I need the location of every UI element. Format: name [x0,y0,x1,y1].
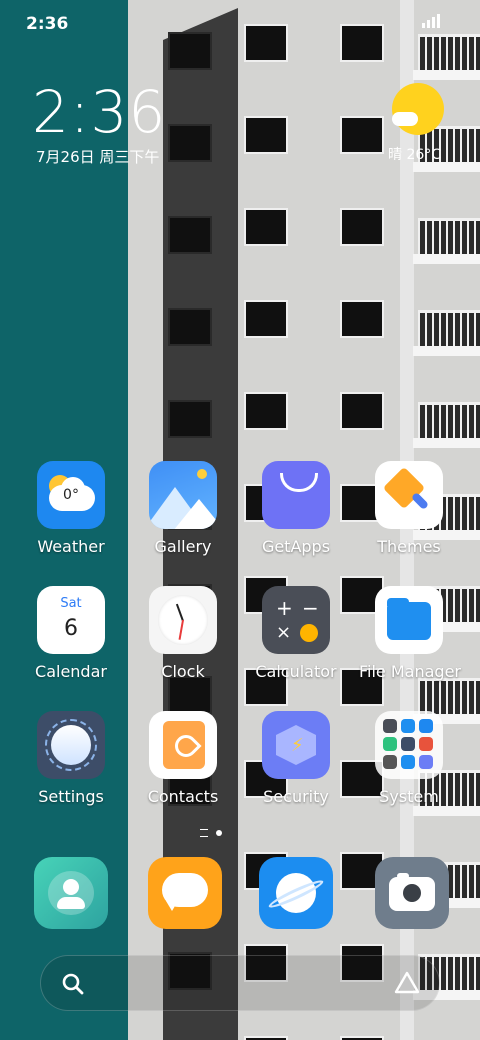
app-security[interactable]: ⚡ Security [246,711,346,806]
page-indicator-list-icon [200,829,208,837]
app-weather[interactable]: 0° Weather [21,461,121,556]
calendar-icon: Sat 6 [37,586,105,654]
balcony-slab [413,346,480,356]
balcony-slab [413,438,480,448]
balcony-railing [418,678,480,714]
balcony-slab [413,806,480,816]
search-bar[interactable] [40,955,440,1011]
search-icon [62,973,84,995]
shopping-bag-icon [262,461,330,529]
building-window [340,1036,384,1040]
balcony-slab [413,254,480,264]
app-calculator[interactable]: + − × Calculator [246,586,346,681]
page-indicator[interactable] [200,829,222,837]
dock-camera[interactable] [375,857,449,929]
weather-icon: 0° [37,461,105,529]
app-label: Calculator [255,662,337,681]
building-window [340,24,384,62]
app-file-manager[interactable]: File Manager [359,586,461,681]
dock-messaging[interactable] [148,857,222,929]
dock-contacts[interactable] [34,857,108,929]
building-window [168,308,212,346]
weather-widget-text[interactable]: 晴 26°C [388,144,441,164]
balcony-slab [413,70,480,80]
page-indicator-dot [216,830,222,836]
calendar-date: 6 [64,616,78,641]
status-icons [422,14,440,28]
building-window [244,1036,288,1040]
balcony-railing [418,34,480,70]
contacts-book-icon [149,711,217,779]
building-window [340,392,384,430]
building-window [168,32,212,70]
clock-widget-date[interactable]: 7月26日 周三下午 [36,146,159,167]
balcony-railing [418,402,480,438]
building-window [340,208,384,246]
app-label: Weather [37,537,105,556]
assistant-triangle-icon[interactable] [393,970,421,996]
app-getapps[interactable]: GetApps [246,461,346,556]
signal-icon [422,14,440,28]
paint-brush-icon [375,461,443,529]
app-gallery[interactable]: Gallery [133,461,233,556]
building-window [244,208,288,246]
app-label: Themes [377,537,441,556]
cloud-icon [392,112,418,126]
calendar-day: Sat [60,596,82,611]
app-label: Calendar [35,662,107,681]
app-label: Gallery [154,537,212,556]
app-system-folder[interactable]: System [359,711,459,806]
settings-dial-icon [37,711,105,779]
clock-widget-time[interactable]: 2:36 [32,78,166,146]
status-time: 2:36 [26,14,69,34]
building-window [244,392,288,430]
folder-grid-icon [375,711,443,779]
gallery-icon [149,461,217,529]
sun-icon[interactable] [392,83,444,135]
app-label: GetApps [261,537,331,556]
building-window [244,24,288,62]
building-window [244,116,288,154]
building-window [168,676,212,714]
dock-browser[interactable] [259,857,333,929]
app-settings[interactable]: Settings [21,711,121,806]
app-label: File Manager [359,662,461,681]
building-window [168,216,212,254]
calculator-icon: + − × [262,586,330,654]
building-window [340,300,384,338]
clock-icon [149,586,217,654]
app-label: Settings [38,787,104,806]
app-calendar[interactable]: Sat 6 Calendar [21,586,121,681]
app-label: Clock [161,662,205,681]
balcony-railing [418,218,480,254]
app-label: Contacts [147,787,219,806]
building-window [168,124,212,162]
building-window [168,400,212,438]
security-shield-icon: ⚡ [262,711,330,779]
app-clock[interactable]: Clock [133,586,233,681]
app-contacts[interactable]: Contacts [133,711,233,806]
app-themes[interactable]: Themes [359,461,459,556]
balcony-railing [418,310,480,346]
building-window [340,116,384,154]
folder-icon [375,586,443,654]
building-window [244,300,288,338]
app-label: Security [263,787,329,806]
weather-badge: 0° [63,487,79,503]
app-label: System [379,787,439,806]
